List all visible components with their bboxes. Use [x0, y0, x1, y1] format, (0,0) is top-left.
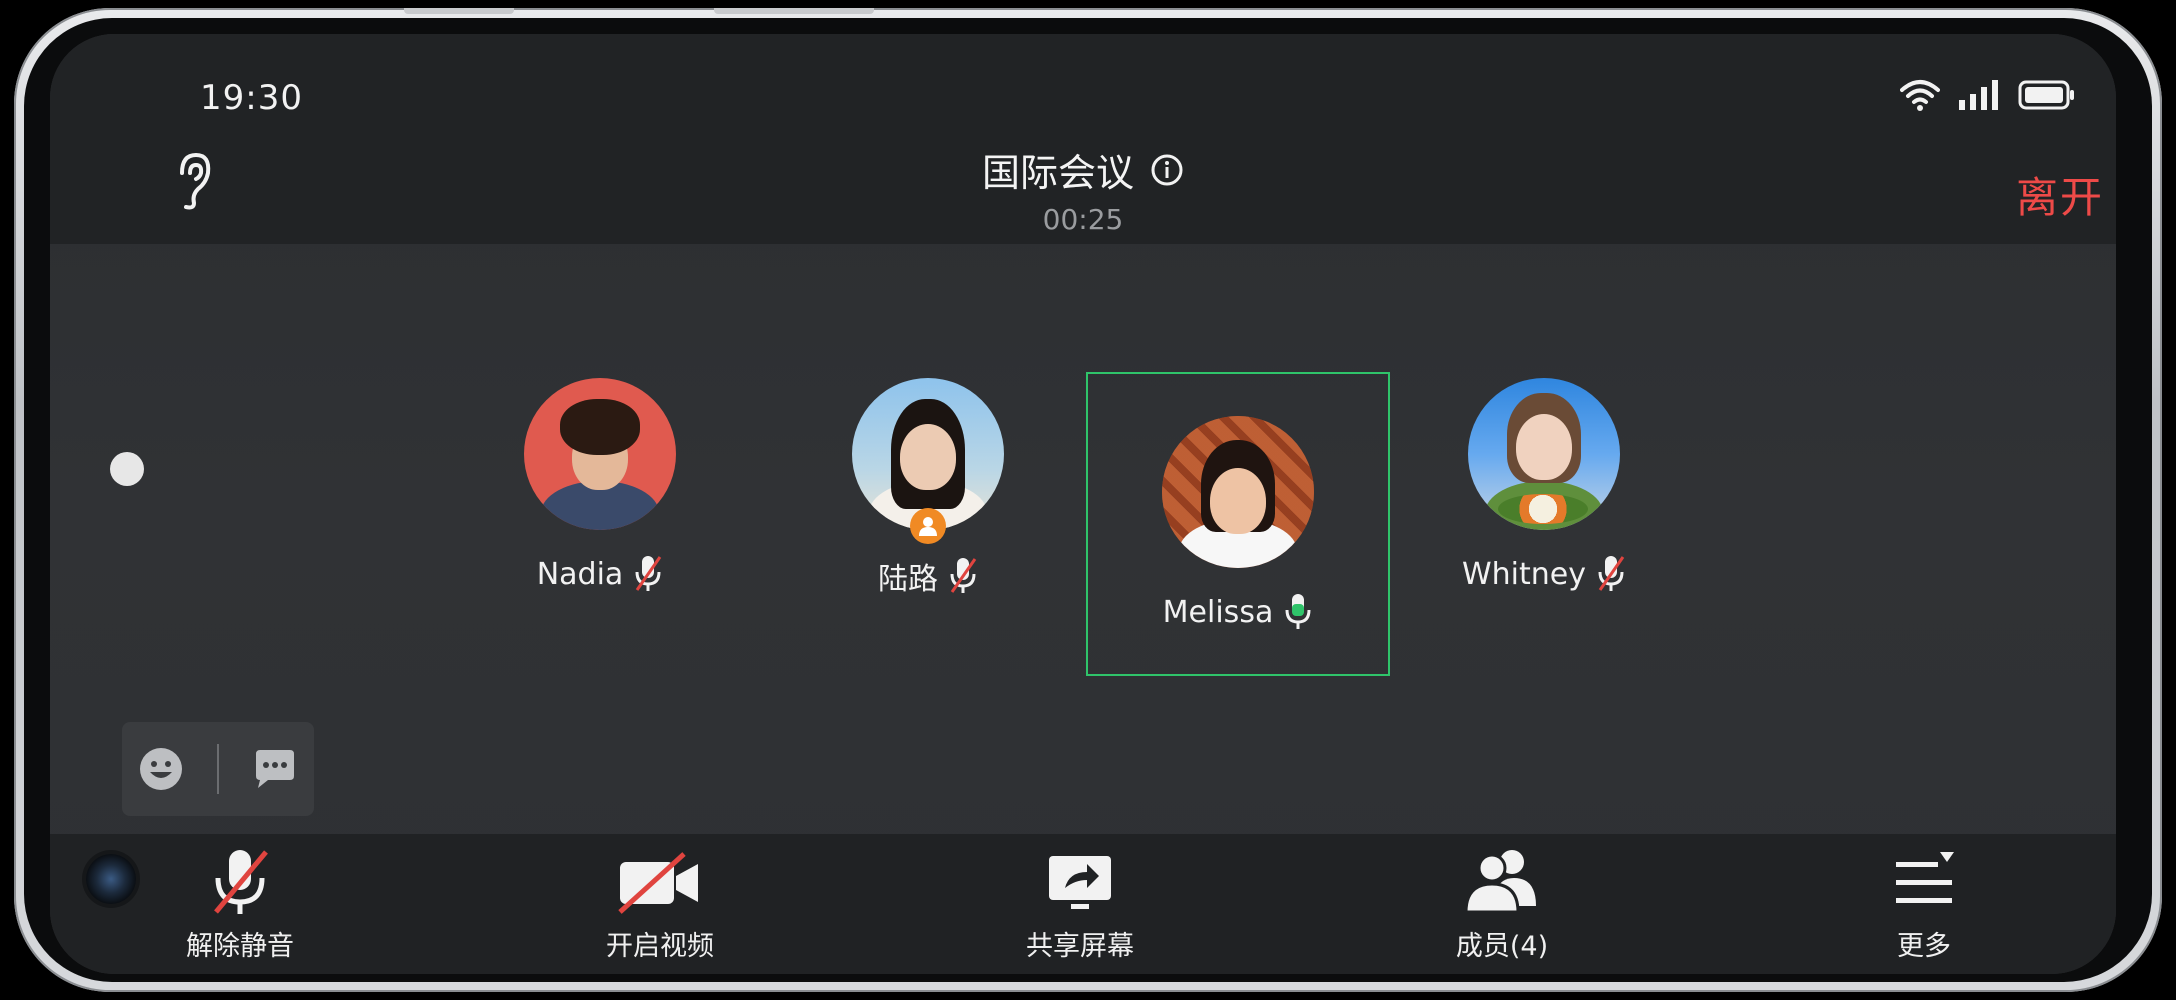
participant-name: Whitney [1462, 556, 1586, 592]
leave-button[interactable]: 离开 [2016, 164, 2104, 225]
participant-tile[interactable]: 陆路 [778, 334, 1078, 634]
emoji-icon[interactable] [138, 746, 184, 792]
mic-off-icon [214, 850, 268, 914]
mic-off-icon [1598, 556, 1625, 591]
power-button [714, 8, 874, 14]
status-icons [1900, 78, 2076, 112]
share-screen-icon [1049, 856, 1111, 909]
share-screen-button[interactable]: 共享屏幕 [980, 846, 1180, 963]
participant-name: Nadia [536, 556, 624, 592]
wifi-icon [1900, 80, 1940, 111]
meeting-header: 19:30 国际会议 00:25 离开 [50, 34, 2116, 244]
share-screen-label: 共享屏幕 [1026, 931, 1134, 962]
avatar [852, 378, 1004, 544]
participant-tile[interactable]: Nadia [450, 334, 750, 634]
divider [216, 744, 219, 794]
members-icon [1464, 850, 1536, 914]
mic-on-icon [1285, 594, 1311, 629]
unmute-button[interactable]: 解除静音 [140, 846, 340, 963]
members-button[interactable]: 成员(4) [1402, 846, 1602, 963]
bottom-toolbar: 解除静音 开启视频 共享屏幕 成员(4) 更多 [50, 834, 2116, 974]
participant-tile[interactable]: Whitney [1394, 334, 1694, 634]
meeting-title: 国际会议 [981, 151, 1134, 195]
participant-name: Melissa [1162, 594, 1274, 630]
reaction-bar [122, 722, 314, 816]
battery-icon [2018, 80, 2074, 110]
front-camera [86, 854, 136, 904]
avatar [1468, 378, 1620, 530]
signal-icon [1959, 80, 1998, 110]
start-video-button[interactable]: 开启视频 [560, 846, 760, 963]
video-off-icon [618, 852, 698, 914]
mic-off-icon [950, 558, 977, 593]
mic-off-icon [635, 556, 662, 591]
chat-icon[interactable] [252, 746, 298, 792]
avatar [524, 378, 676, 530]
participant-name: 陆路 [878, 562, 938, 597]
meeting-screen: 19:30 国际会议 00:25 离开 Nadia 陆路 Melissa Whi… [50, 34, 2116, 974]
start-video-label: 开启视频 [606, 931, 714, 962]
participant-tile-active[interactable]: Melissa [1086, 372, 1390, 676]
more-label: 更多 [1897, 931, 1951, 962]
meeting-timer: 00:25 [1042, 203, 1124, 236]
info-icon[interactable] [1150, 153, 1184, 187]
avatar [1162, 416, 1314, 568]
unmute-label: 解除静音 [186, 931, 294, 962]
more-button[interactable]: 更多 [1824, 846, 2024, 963]
host-badge [910, 508, 946, 544]
host-icon [919, 517, 937, 536]
members-label: 成员(4) [1455, 931, 1549, 962]
status-time: 19:30 [200, 78, 303, 118]
participant-grid: Nadia 陆路 Melissa Whitney [50, 334, 2116, 676]
volume-button [404, 8, 514, 14]
more-icon [1896, 852, 1954, 903]
meeting-title-area: 国际会议 00:25 [50, 142, 2116, 236]
